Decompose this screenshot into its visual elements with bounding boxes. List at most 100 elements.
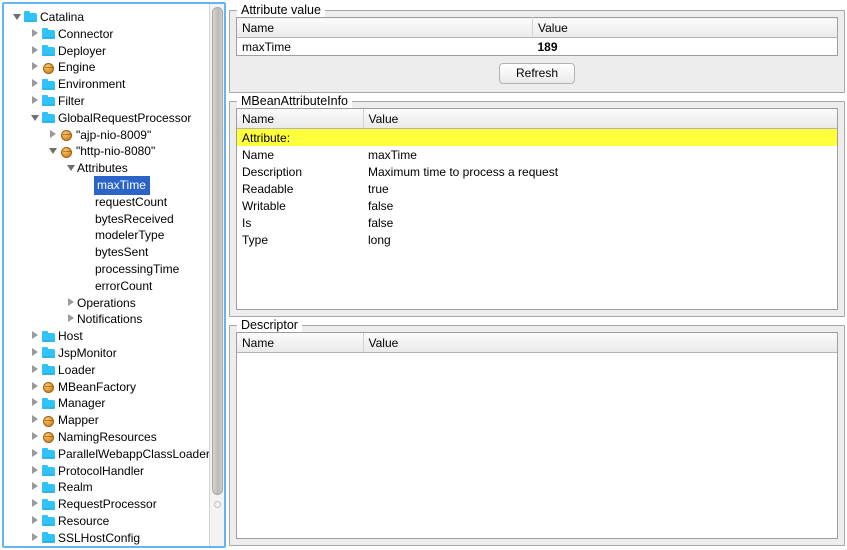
refresh-row: Refresh	[236, 56, 838, 88]
tree-node-requestcount[interactable]: requestCount	[4, 194, 209, 211]
table-row[interactable]: NamemaxTime	[237, 146, 837, 163]
table-row[interactable]: Isfalse	[237, 214, 837, 231]
chevron-right-icon[interactable]	[28, 513, 41, 530]
tree-node-modelertype[interactable]: modelerType	[4, 227, 209, 244]
chevron-right-icon[interactable]	[64, 311, 77, 328]
tree-node-resource[interactable]: Resource	[4, 513, 209, 530]
info-name-cell: Is	[237, 214, 363, 231]
table-row[interactable]: Attribute:	[237, 129, 837, 147]
table-row[interactable]: Typelong	[237, 231, 837, 248]
tree-node-label: ProtocolHandler	[58, 463, 148, 480]
mbean-tree-panel[interactable]: CatalinaConnectorDeployerEngineEnvironme…	[2, 2, 226, 548]
table-row[interactable]: Readabletrue	[237, 180, 837, 197]
tree-node-deployer[interactable]: Deployer	[4, 43, 209, 60]
tree-node-label: Engine	[58, 59, 99, 76]
tree-node-parallelwebappclassloader[interactable]: ParallelWebappClassLoader	[4, 446, 209, 463]
tree-node-http-nio-8080[interactable]: "http-nio-8080"	[4, 143, 209, 160]
column-header-name[interactable]: Name	[237, 109, 363, 129]
column-header-value[interactable]: Value	[363, 109, 837, 129]
tree-node-maxtime[interactable]: maxTime	[4, 177, 209, 194]
chevron-down-icon[interactable]	[10, 9, 23, 26]
tree-node-protocolhandler[interactable]: ProtocolHandler	[4, 463, 209, 480]
info-name-cell: Description	[237, 163, 363, 180]
tree-node-label: Connector	[58, 26, 117, 43]
column-header-value[interactable]: Value	[363, 333, 837, 353]
chevron-down-icon[interactable]	[46, 143, 59, 160]
tree-node-requestprocessor[interactable]: RequestProcessor	[4, 496, 209, 513]
table-row[interactable]: Writablefalse	[237, 197, 837, 214]
tree-node-label: MBeanFactory	[58, 379, 140, 396]
tree-node-bytessent[interactable]: bytesSent	[4, 244, 209, 261]
attribute-value-table[interactable]: Name Value maxTime189	[236, 17, 838, 56]
chevron-right-icon[interactable]	[28, 395, 41, 412]
tree-node-notifications[interactable]: Notifications	[4, 311, 209, 328]
tree-node-label: Host	[58, 328, 87, 345]
mbean-attribute-info-table[interactable]: Name Value Attribute:NamemaxTimeDescript…	[237, 109, 837, 248]
chevron-right-icon[interactable]	[28, 26, 41, 43]
tree-vertical-scrollbar[interactable]	[209, 4, 224, 546]
tree-node-label: ParallelWebappClassLoader	[58, 446, 209, 463]
chevron-right-icon[interactable]	[64, 295, 77, 312]
tree-node-operations[interactable]: Operations	[4, 295, 209, 312]
chevron-right-icon[interactable]	[28, 43, 41, 60]
chevron-down-icon[interactable]	[28, 110, 41, 127]
tree-node-label: Realm	[58, 479, 97, 496]
tree-node-processingtime[interactable]: processingTime	[4, 261, 209, 278]
tree-node-label: Catalina	[40, 9, 88, 26]
attribute-value-rows: maxTime189	[237, 38, 838, 56]
table-row[interactable]: DescriptionMaximum time to process a req…	[237, 163, 837, 180]
tree-node-host[interactable]: Host	[4, 328, 209, 345]
chevron-right-icon[interactable]	[28, 496, 41, 513]
tree-node-jspmonitor[interactable]: JspMonitor	[4, 345, 209, 362]
chevron-right-icon[interactable]	[28, 446, 41, 463]
chevron-right-icon[interactable]	[28, 362, 41, 379]
tree-node-environment[interactable]: Environment	[4, 76, 209, 93]
chevron-right-icon[interactable]	[28, 463, 41, 480]
folder-icon	[41, 480, 58, 496]
column-header-name[interactable]: Name	[237, 333, 363, 353]
tree-node-mapper[interactable]: Mapper	[4, 412, 209, 429]
tree-node-bytesreceived[interactable]: bytesReceived	[4, 211, 209, 228]
mbean-tree-scroll-area[interactable]: CatalinaConnectorDeployerEngineEnvironme…	[4, 4, 209, 546]
descriptor-table-wrap[interactable]: Name Value	[236, 332, 838, 539]
tree-node-label: SSLHostConfig	[58, 530, 144, 546]
tree-node-sslhostconfig[interactable]: SSLHostConfig	[4, 530, 209, 546]
chevron-right-icon[interactable]	[28, 93, 41, 110]
refresh-button[interactable]: Refresh	[499, 63, 575, 84]
tree-node-globalrequestprocessor[interactable]: GlobalRequestProcessor	[4, 110, 209, 127]
tree-node-attributes[interactable]: Attributes	[4, 160, 209, 177]
column-header-value[interactable]: Value	[533, 18, 838, 38]
chevron-right-icon[interactable]	[28, 429, 41, 446]
tree-node-connector[interactable]: Connector	[4, 26, 209, 43]
chevron-down-icon[interactable]	[64, 160, 77, 177]
chevron-right-icon[interactable]	[28, 76, 41, 93]
tree-scrollbar-thumb[interactable]	[212, 7, 223, 495]
tree-node-ajp-nio-8009[interactable]: "ajp-nio-8009"	[4, 127, 209, 144]
tree-node-manager[interactable]: Manager	[4, 395, 209, 412]
tree-node-engine[interactable]: Engine	[4, 59, 209, 76]
mbean-attribute-info-table-wrap[interactable]: Name Value Attribute:NamemaxTimeDescript…	[236, 108, 838, 310]
mbean-detail-pane: Attribute value Name Value maxTime189 Re…	[229, 2, 845, 548]
tree-node-loader[interactable]: Loader	[4, 362, 209, 379]
chevron-right-icon[interactable]	[28, 328, 41, 345]
info-name-cell: Type	[237, 231, 363, 248]
descriptor-table[interactable]: Name Value	[237, 333, 837, 353]
tree-node-filter[interactable]: Filter	[4, 93, 209, 110]
attribute-value-body: Name Value maxTime189 Refresh	[230, 11, 844, 92]
chevron-right-icon[interactable]	[46, 127, 59, 144]
tree-node-namingresources[interactable]: NamingResources	[4, 429, 209, 446]
chevron-right-icon[interactable]	[28, 412, 41, 429]
tree-node-errorcount[interactable]: errorCount	[4, 278, 209, 295]
tree-node-mbeanfactory[interactable]: MBeanFactory	[4, 379, 209, 396]
chevron-right-icon[interactable]	[28, 379, 41, 396]
column-header-name[interactable]: Name	[237, 18, 533, 38]
table-row[interactable]: maxTime189	[237, 38, 838, 56]
chevron-right-icon[interactable]	[28, 345, 41, 362]
tree-node-realm[interactable]: Realm	[4, 479, 209, 496]
mbean-tree[interactable]: CatalinaConnectorDeployerEngineEnvironme…	[4, 4, 209, 546]
chevron-right-icon[interactable]	[28, 59, 41, 76]
chevron-right-icon[interactable]	[28, 479, 41, 496]
chevron-right-icon[interactable]	[28, 530, 41, 546]
tree-node-catalina[interactable]: Catalina	[4, 9, 209, 26]
mbean-attribute-info-rows: Attribute:NamemaxTimeDescriptionMaximum …	[237, 129, 837, 249]
